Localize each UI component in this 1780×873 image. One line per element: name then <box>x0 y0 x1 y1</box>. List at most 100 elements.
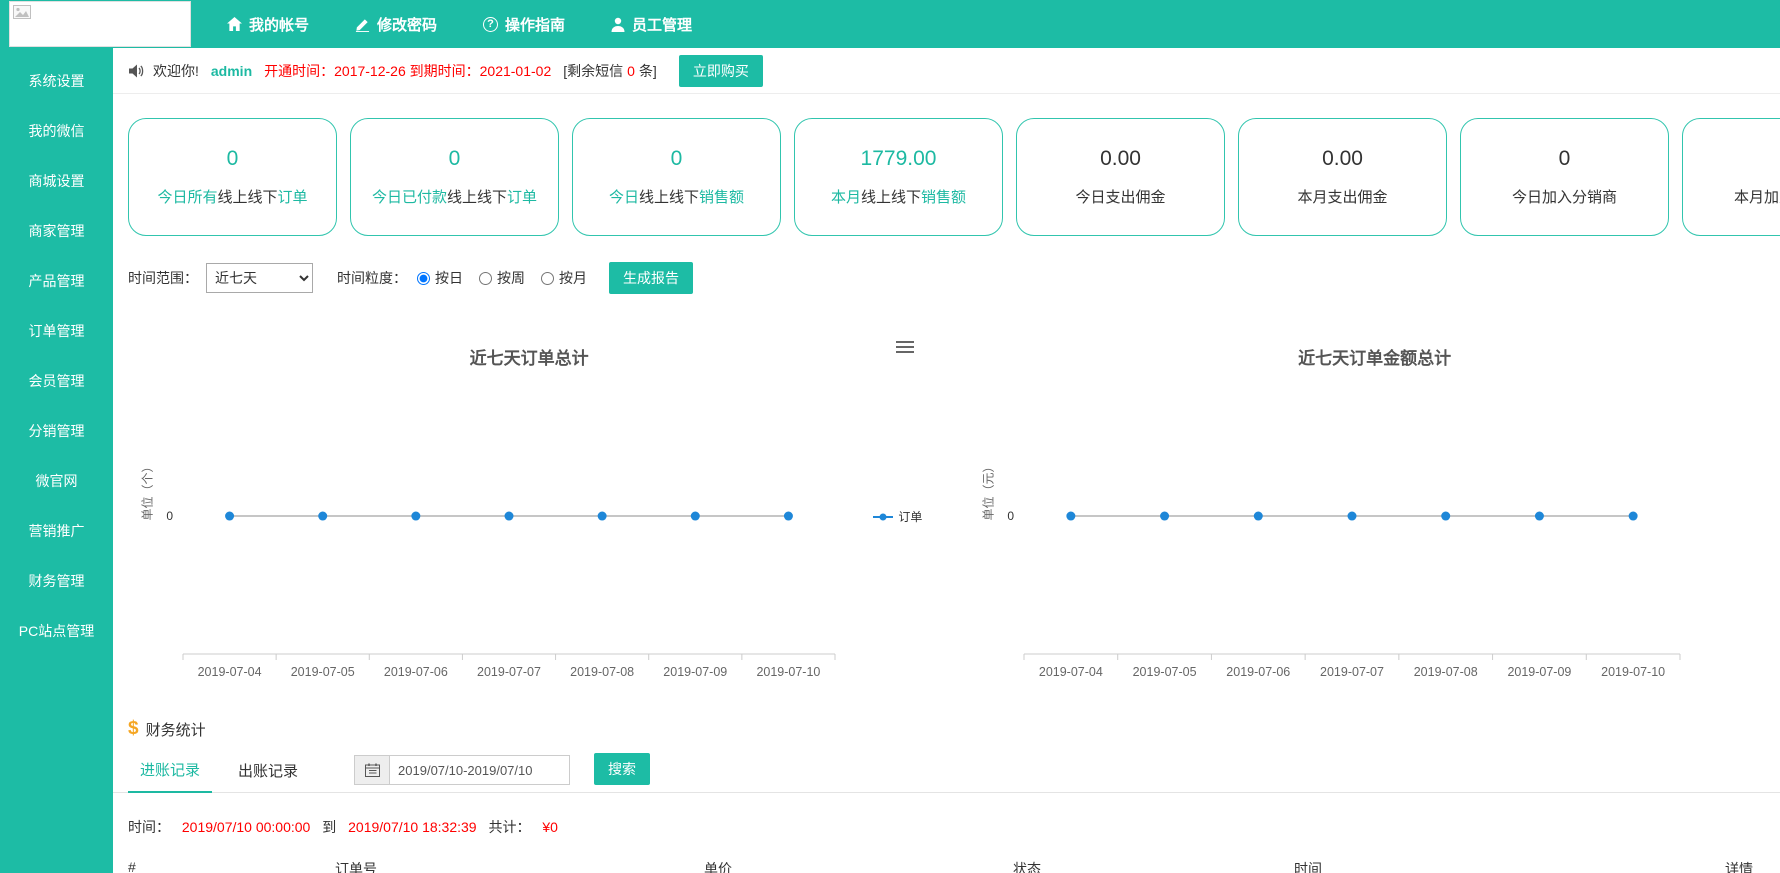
tab-income-records[interactable]: 进账记录 <box>128 751 212 793</box>
summary-time-label: 时间： <box>128 819 170 835</box>
time-range-select[interactable]: 近七天 <box>206 263 313 293</box>
stat-label: 本月加入分销商 <box>1734 186 1780 207</box>
stat-value: 0 <box>227 147 239 171</box>
sidebar-item-marketing[interactable]: 营销推广 <box>0 506 113 556</box>
y-axis-label: 单位（元） <box>980 446 997 536</box>
stat-cards-row: 0 今日所有线上线下订单 0 今日已付款线上线下订单 0 今日线上线下销售额 1… <box>113 94 1780 236</box>
sidebar-item-order-management[interactable]: 订单管理 <box>0 306 113 356</box>
finance-section-header: $ 财务统计 <box>128 718 1780 740</box>
svg-text:2019-07-07: 2019-07-07 <box>1320 665 1384 679</box>
search-button[interactable]: 搜索 <box>594 753 650 785</box>
svg-text:2019-07-08: 2019-07-08 <box>570 665 634 679</box>
user-icon <box>611 17 625 32</box>
col-detail: 详情 <box>1725 859 1753 873</box>
main-content: 欢迎你! admin 开通时间：2017-12-26 到期时间：2021-01-… <box>113 48 1780 873</box>
svg-text:2019-07-09: 2019-07-09 <box>663 665 727 679</box>
records-table-header: # 订单号 单价 状态 时间 详情 <box>128 859 1780 873</box>
summary-total-value: ¥0 <box>542 819 558 835</box>
broken-image-icon <box>13 5 31 19</box>
svg-text:2019-07-08: 2019-07-08 <box>1414 665 1478 679</box>
finance-title: 财务统计 <box>146 719 206 740</box>
stat-card-today-sales: 0 今日线上线下销售额 <box>572 118 781 236</box>
sidebar-item-micro-site[interactable]: 微官网 <box>0 456 113 506</box>
sidebar-item-pc-site-management[interactable]: PC站点管理 <box>0 606 113 656</box>
logo[interactable] <box>9 1 191 47</box>
col-order-no: 订单号 <box>335 859 377 873</box>
chart-title: 近七天订单金额总计 <box>969 344 1780 369</box>
sidebar-item-mall-settings[interactable]: 商城设置 <box>0 156 113 206</box>
nav-staff-management[interactable]: 员工管理 <box>611 14 692 35</box>
stat-value: 1779.00 <box>861 147 937 171</box>
svg-text:2019-07-10: 2019-07-10 <box>1602 665 1666 679</box>
sidebar-item-merchant-management[interactable]: 商家管理 <box>0 206 113 256</box>
legend-label: 订单 <box>898 508 922 525</box>
nav-change-password[interactable]: 修改密码 <box>355 14 437 35</box>
radio-by-month[interactable]: 按月 <box>541 268 587 288</box>
col-index: # <box>128 859 136 873</box>
stat-card-month-sales: 1779.00 本月线上线下销售额 <box>794 118 1003 236</box>
nav-my-account[interactable]: 我的帐号 <box>227 14 309 35</box>
stat-label: 本月线上线下销售额 <box>831 186 966 207</box>
svg-text:0: 0 <box>1008 509 1015 523</box>
finance-summary-line: 时间： 2019/07/10 00:00:00 到 2019/07/10 18:… <box>128 817 1780 837</box>
svg-text:2019-07-10: 2019-07-10 <box>756 665 820 679</box>
tab-outgoing-records[interactable]: 出账记录 <box>226 752 310 792</box>
chart-menu-icon[interactable] <box>896 338 914 356</box>
col-price: 单价 <box>704 859 732 873</box>
stat-card-today-commission: 0.00 今日支出佣金 <box>1016 118 1225 236</box>
granularity-label: 时间粒度： <box>337 268 407 288</box>
svg-text:2019-07-04: 2019-07-04 <box>1039 665 1103 679</box>
stat-label: 今日加入分销商 <box>1512 186 1617 207</box>
stat-card-today-all-orders: 0 今日所有线上线下订单 <box>128 118 337 236</box>
sidebar-item-distribution-management[interactable]: 分销管理 <box>0 406 113 456</box>
svg-text:0: 0 <box>166 509 173 523</box>
stat-value: 0 <box>449 147 461 171</box>
sidebar-item-member-management[interactable]: 会员管理 <box>0 356 113 406</box>
sidebar-item-my-wechat[interactable]: 我的微信 <box>0 106 113 156</box>
col-status: 状态 <box>1013 859 1041 873</box>
stat-value: 0.00 <box>1322 147 1363 171</box>
sidebar-item-system-settings[interactable]: 系统设置 <box>0 56 113 106</box>
orders-chart-canvas: 02019-07-042019-07-052019-07-062019-07-0… <box>128 322 930 686</box>
radio-by-month-input[interactable] <box>541 272 554 285</box>
legend-marker-icon <box>873 512 893 522</box>
nav-guide[interactable]: 操作指南 <box>483 14 565 35</box>
sidebar: 系统设置 我的微信 商城设置 商家管理 产品管理 订单管理 会员管理 分销管理 … <box>0 48 113 873</box>
svg-text:2019-07-05: 2019-07-05 <box>1133 665 1197 679</box>
stat-card-month-commission: 0.00 本月支出佣金 <box>1238 118 1447 236</box>
nav-label: 修改密码 <box>377 14 437 35</box>
order-amount-chart-panel: 近七天订单金额总计 单位（元） 0 2019-07-04 2019-07-05 201… <box>969 322 1780 686</box>
buy-now-button[interactable]: 立即购买 <box>679 55 763 87</box>
finance-tabs-row: 进账记录 出账记录 搜索 <box>113 750 1780 793</box>
order-amount-chart-canvas: 0 2019-07-04 2019-07-05 2019-07-06 2019-07-0… <box>969 322 1780 686</box>
orders-chart-panel: 近七天订单总计 单位（个） 02019-07-042019-07-052019-… <box>128 322 930 686</box>
summary-start-time: 2019/07/10 00:00:00 <box>182 819 310 835</box>
sms-remaining-text: [剩余短信0条] <box>563 61 657 81</box>
stat-card-today-distributors: 0 今日加入分销商 <box>1460 118 1669 236</box>
date-range-group <box>354 755 570 785</box>
greeting-text: 欢迎你! <box>153 61 199 81</box>
col-time: 时间 <box>1294 859 1322 873</box>
radio-by-day-input[interactable] <box>417 272 430 285</box>
stat-card-today-paid-orders: 0 今日已付款线上线下订单 <box>350 118 559 236</box>
stat-value: 0 <box>1559 147 1571 171</box>
chart-legend[interactable]: 订单 <box>873 508 922 525</box>
stat-value: 0.00 <box>1100 147 1141 171</box>
svg-text:2019-07-06: 2019-07-06 <box>1227 665 1291 679</box>
sidebar-item-finance-management[interactable]: 财务管理 <box>0 556 113 606</box>
sidebar-item-product-management[interactable]: 产品管理 <box>0 256 113 306</box>
radio-by-day[interactable]: 按日 <box>417 268 463 288</box>
svg-text:2019-07-06: 2019-07-06 <box>384 665 448 679</box>
generate-report-button[interactable]: 生成报告 <box>609 262 693 294</box>
radio-by-week[interactable]: 按周 <box>479 268 525 288</box>
report-filter-row: 时间范围： 近七天 时间粒度： 按日 按周 按月 生成报告 <box>128 262 1780 294</box>
svg-text:2019-07-07: 2019-07-07 <box>477 665 541 679</box>
dollar-icon: $ <box>128 718 139 740</box>
chart-title: 近七天订单总计 <box>128 344 930 369</box>
granularity-radio-group: 按日 按周 按月 <box>417 268 603 288</box>
date-range-input[interactable] <box>390 755 570 785</box>
radio-by-week-input[interactable] <box>479 272 492 285</box>
svg-text:2019-07-05: 2019-07-05 <box>291 665 355 679</box>
stat-label: 今日线上线下销售额 <box>609 186 744 207</box>
calendar-button[interactable] <box>354 755 390 785</box>
